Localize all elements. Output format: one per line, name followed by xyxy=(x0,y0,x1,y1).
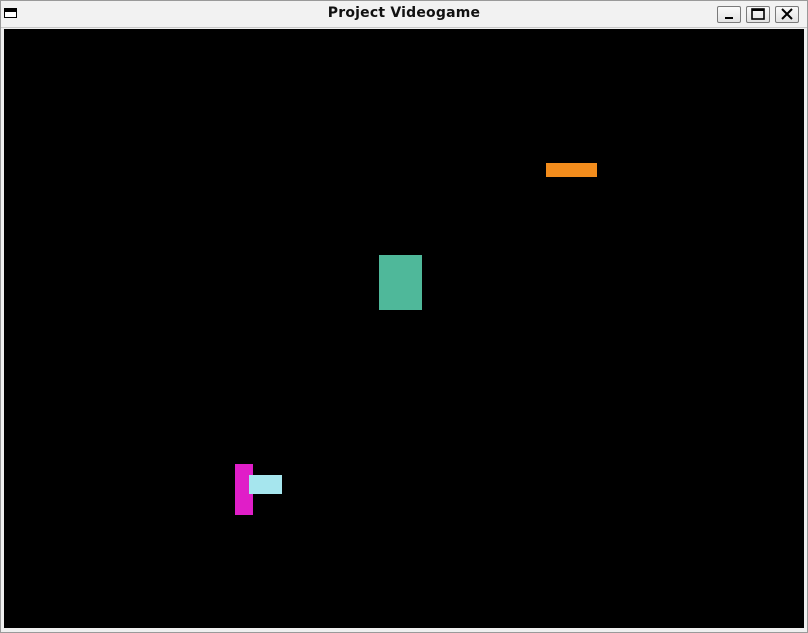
close-button[interactable] xyxy=(775,6,799,23)
game-window: Project Videogame xyxy=(0,0,808,633)
orange-bar xyxy=(546,163,597,177)
minimize-button[interactable] xyxy=(717,6,741,23)
maximize-icon xyxy=(751,8,765,20)
title-bar[interactable]: Project Videogame xyxy=(1,1,807,28)
game-canvas[interactable] xyxy=(4,29,804,628)
player-gun xyxy=(249,475,282,494)
green-block xyxy=(379,255,422,310)
minimize-icon xyxy=(725,17,733,19)
maximize-button[interactable] xyxy=(746,6,770,23)
window-title: Project Videogame xyxy=(327,5,481,21)
close-icon xyxy=(781,8,793,20)
